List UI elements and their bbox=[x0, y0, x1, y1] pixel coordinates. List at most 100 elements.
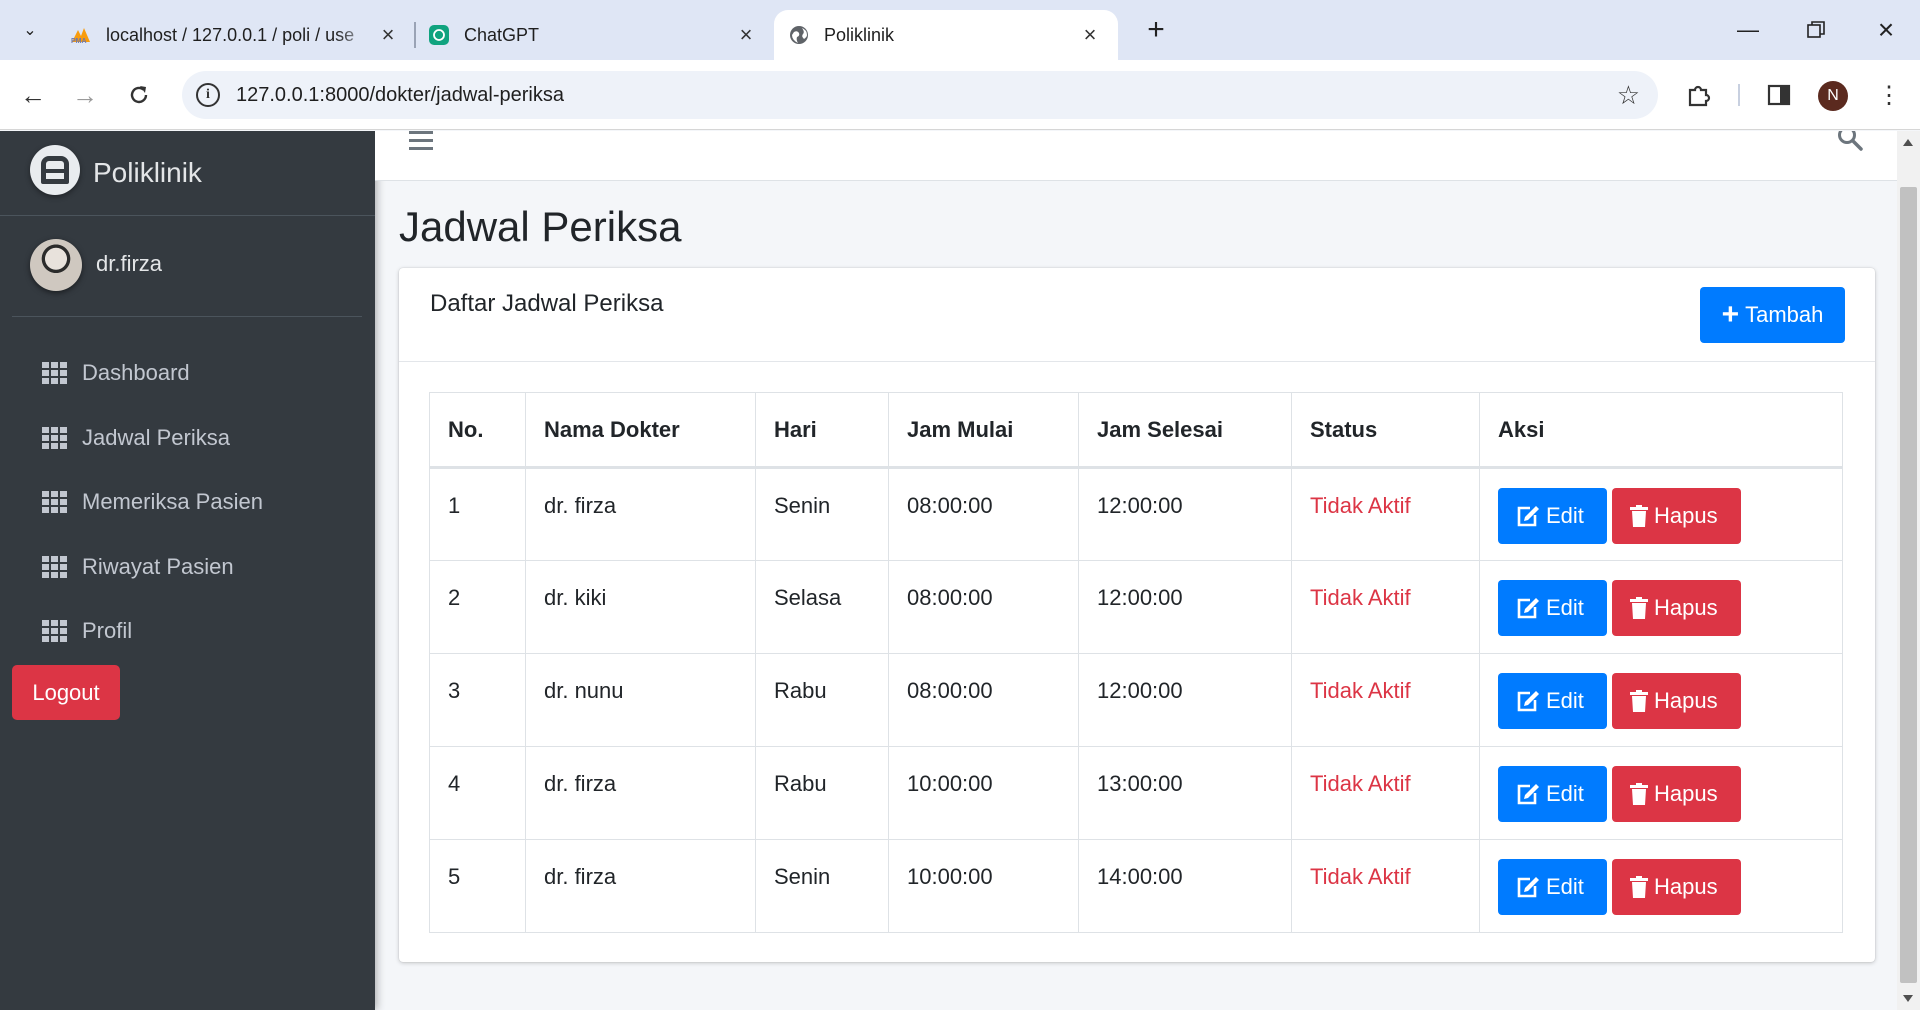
menu-button[interactable]: ⋮ bbox=[1868, 74, 1910, 116]
sidebar: Poliklinik dr.firza Dashboard Jadwal Per… bbox=[0, 131, 375, 1010]
cell-start-time: 08:00:00 bbox=[888, 653, 1079, 747]
search-icon[interactable] bbox=[1837, 131, 1863, 151]
edit-icon bbox=[1517, 877, 1539, 898]
close-tab-icon[interactable]: × bbox=[1078, 22, 1102, 48]
edit-button[interactable]: Edit bbox=[1498, 859, 1607, 915]
schedule-table: No. Nama Dokter Hari Jam Mulai Jam Seles… bbox=[429, 392, 1843, 933]
cell-day: Rabu bbox=[755, 653, 889, 747]
plus-icon: + bbox=[1721, 298, 1740, 331]
cell-doctor: dr. firza bbox=[525, 746, 756, 840]
address-bar[interactable]: i 127.0.0.1:8000/dokter/jadwal-periksa ☆ bbox=[182, 71, 1658, 119]
close-tab-icon[interactable]: × bbox=[734, 22, 758, 48]
add-schedule-button[interactable]: + Tambah bbox=[1700, 287, 1845, 343]
delete-button[interactable]: Hapus bbox=[1612, 673, 1741, 729]
svg-text:PMA: PMA bbox=[71, 38, 87, 44]
column-header: Hari bbox=[755, 392, 889, 469]
sidebar-item-jadwal-periksa[interactable]: Jadwal Periksa bbox=[30, 406, 360, 471]
restore-icon bbox=[1807, 21, 1825, 38]
scroll-up-arrow-icon[interactable] bbox=[1903, 139, 1913, 146]
trash-icon bbox=[1630, 783, 1648, 805]
restore-button[interactable] bbox=[1786, 10, 1846, 50]
arrow-right-icon: → bbox=[72, 79, 98, 110]
cell-status: Tidak Aktif bbox=[1291, 560, 1480, 654]
edit-icon bbox=[1517, 784, 1539, 805]
sidebar-item-label: Profil bbox=[82, 618, 133, 644]
cell-status: Tidak Aktif bbox=[1291, 653, 1480, 747]
sidebar-item-memeriksa-pasien[interactable]: Memeriksa Pasien bbox=[30, 470, 360, 535]
delete-button[interactable]: Hapus bbox=[1612, 488, 1741, 544]
side-panel-button[interactable] bbox=[1758, 74, 1800, 116]
cell-no: 3 bbox=[429, 653, 526, 747]
cell-doctor: dr. kiki bbox=[525, 560, 756, 654]
close-window-button[interactable]: × bbox=[1856, 10, 1916, 50]
cell-actions: Edit Hapus bbox=[1479, 839, 1843, 933]
delete-button[interactable]: Hapus bbox=[1612, 580, 1741, 636]
edit-icon bbox=[1517, 598, 1539, 619]
scrollbar-thumb[interactable] bbox=[1900, 187, 1917, 983]
cell-start-time: 08:00:00 bbox=[888, 467, 1079, 561]
forward-button[interactable]: → bbox=[64, 74, 106, 116]
top-navbar bbox=[375, 131, 1897, 181]
sidebar-item-profil[interactable]: Profil bbox=[30, 599, 360, 664]
profile-avatar[interactable]: N bbox=[1818, 81, 1848, 111]
scroll-down-arrow-icon[interactable] bbox=[1903, 995, 1913, 1002]
edit-button[interactable]: Edit bbox=[1498, 580, 1607, 636]
chevron-down-icon: ⌄ bbox=[23, 22, 37, 39]
delete-button[interactable]: Hapus bbox=[1612, 859, 1741, 915]
hamburger-menu-icon[interactable] bbox=[409, 131, 433, 153]
bookmark-star-icon[interactable]: ☆ bbox=[1617, 80, 1640, 111]
cell-no: 5 bbox=[429, 839, 526, 933]
tab-search-button[interactable]: ⌄ bbox=[10, 10, 50, 50]
reload-button[interactable] bbox=[118, 74, 160, 116]
grid-icon bbox=[42, 555, 68, 578]
trash-icon bbox=[1630, 876, 1648, 898]
phpmyadmin-icon: PMA bbox=[70, 24, 92, 46]
table-row: 4 dr. firza Rabu 10:00:00 13:00:00 Tidak… bbox=[429, 746, 1843, 840]
table-row: 5 dr. firza Senin 10:00:00 14:00:00 Tida… bbox=[429, 839, 1843, 933]
browser-tab-poliklinik[interactable]: Poliklinik × bbox=[774, 10, 1118, 60]
delete-button[interactable]: Hapus bbox=[1612, 766, 1741, 822]
globe-icon bbox=[788, 24, 810, 46]
edit-label: Edit bbox=[1546, 503, 1584, 528]
plus-icon: + bbox=[1147, 13, 1165, 46]
extensions-button[interactable] bbox=[1678, 74, 1720, 116]
card-header: Daftar Jadwal Periksa + Tambah bbox=[399, 268, 1875, 362]
back-button[interactable]: ← bbox=[12, 74, 54, 116]
page-title: Jadwal Periksa bbox=[399, 203, 682, 250]
minimize-button[interactable]: — bbox=[1718, 10, 1778, 50]
cell-doctor: dr. nunu bbox=[525, 653, 756, 747]
page-scrollbar[interactable] bbox=[1897, 131, 1920, 1010]
chatgpt-icon bbox=[428, 24, 450, 46]
browser-tab-phpmyadmin[interactable]: PMA localhost / 127.0.0.1 / poli / use × bbox=[70, 10, 400, 60]
column-header: Nama Dokter bbox=[525, 392, 756, 469]
sidebar-item-riwayat-pasien[interactable]: Riwayat Pasien bbox=[30, 535, 360, 600]
sidebar-nav: Dashboard Jadwal Periksa Memeriksa Pasie… bbox=[30, 341, 360, 664]
cell-day: Rabu bbox=[755, 746, 889, 840]
edit-button[interactable]: Edit bbox=[1498, 766, 1607, 822]
close-tab-icon[interactable]: × bbox=[376, 22, 400, 48]
cell-end-time: 12:00:00 bbox=[1078, 467, 1292, 561]
grid-icon bbox=[42, 491, 68, 514]
brand-link[interactable]: Poliklinik bbox=[0, 131, 375, 216]
user-avatar bbox=[30, 239, 82, 291]
new-tab-button[interactable]: + bbox=[1138, 12, 1174, 48]
cell-actions: Edit Hapus bbox=[1479, 746, 1843, 840]
browser-tab-chatgpt[interactable]: ChatGPT × bbox=[428, 10, 758, 60]
cell-actions: Edit Hapus bbox=[1479, 560, 1843, 654]
cell-end-time: 12:00:00 bbox=[1078, 653, 1292, 747]
user-name[interactable]: dr.firza bbox=[96, 251, 162, 277]
site-info-icon[interactable]: i bbox=[196, 83, 220, 107]
delete-label: Hapus bbox=[1654, 874, 1718, 899]
cell-end-time: 14:00:00 bbox=[1078, 839, 1292, 933]
edit-button[interactable]: Edit bbox=[1498, 673, 1607, 729]
column-header: Status bbox=[1291, 392, 1480, 469]
sidebar-item-label: Memeriksa Pasien bbox=[82, 489, 263, 515]
sidebar-item-label: Riwayat Pasien bbox=[82, 553, 234, 579]
edit-button[interactable]: Edit bbox=[1498, 488, 1607, 544]
url-text[interactable]: 127.0.0.1:8000/dokter/jadwal-periksa bbox=[236, 84, 564, 107]
sidebar-item-dashboard[interactable]: Dashboard bbox=[30, 341, 360, 406]
cell-end-time: 12:00:00 bbox=[1078, 560, 1292, 654]
logout-button[interactable]: Logout bbox=[12, 665, 120, 720]
cell-day: Selasa bbox=[755, 560, 889, 654]
close-icon: × bbox=[1877, 14, 1895, 45]
